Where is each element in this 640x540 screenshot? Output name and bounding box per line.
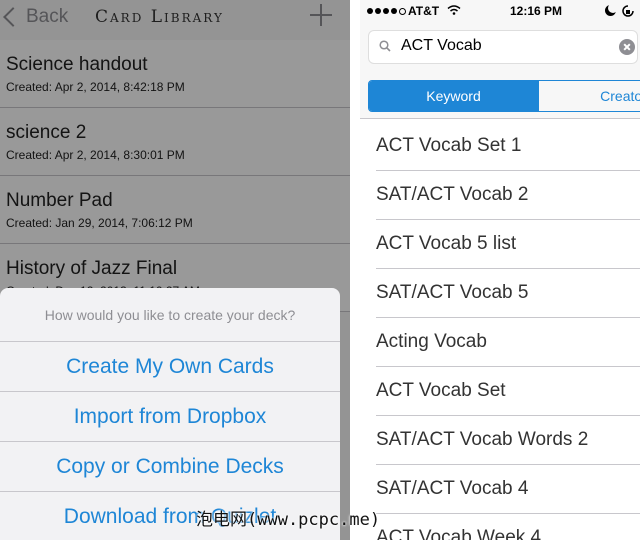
list-item[interactable]: SAT/ACT Vocab Words 2	[360, 416, 640, 465]
wifi-icon	[447, 5, 461, 15]
list-item[interactable]: Acting Vocab	[360, 318, 640, 367]
import-dropbox-button[interactable]: Import from Dropbox	[0, 392, 340, 442]
copy-combine-decks-button[interactable]: Copy or Combine Decks	[0, 442, 340, 492]
list-item[interactable]: ACT Vocab 5 list	[360, 220, 640, 269]
result-title: ACT Vocab Set 1	[376, 135, 522, 156]
create-own-cards-button[interactable]: Create My Own Cards	[0, 342, 340, 392]
search-scope-bar: Keyword Creator	[360, 72, 640, 119]
carrier-label: AT&T	[408, 4, 440, 18]
create-deck-action-sheet: How would you like to create your deck? …	[0, 288, 340, 540]
search-input[interactable]: ACT Vocab	[368, 30, 638, 64]
do-not-disturb-icon	[605, 3, 618, 16]
list-item[interactable]: ACT Vocab Set 1	[360, 122, 640, 171]
result-title: Acting Vocab	[376, 331, 487, 352]
search-bar: ACT Vocab	[360, 22, 640, 72]
segment-keyword[interactable]: Keyword	[369, 81, 539, 111]
result-title: SAT/ACT Vocab 4	[376, 478, 529, 499]
signal-strength-icon	[367, 8, 406, 15]
result-title: SAT/ACT Vocab 2	[376, 184, 529, 205]
list-item[interactable]: ACT Vocab Set	[360, 367, 640, 416]
result-title: ACT Vocab Set	[376, 380, 506, 401]
result-title: ACT Vocab 5 list	[376, 233, 517, 254]
rotation-lock-icon	[622, 5, 634, 17]
search-results-list: ACT Vocab Set 1 SAT/ACT Vocab 2 ACT Voca…	[360, 122, 640, 540]
segmented-control: Keyword Creator	[368, 80, 640, 112]
result-title: SAT/ACT Vocab Words 2	[376, 429, 589, 450]
search-query: ACT Vocab	[401, 37, 482, 54]
clear-search-icon[interactable]	[619, 39, 635, 55]
result-title: SAT/ACT Vocab 5	[376, 282, 529, 303]
list-item[interactable]: SAT/ACT Vocab 5	[360, 269, 640, 318]
search-icon	[379, 40, 391, 52]
list-item[interactable]: ACT Vocab Week 4	[360, 514, 640, 540]
watermark: 泡电网(www.pcpc.me)	[196, 510, 381, 530]
clock-label: 12:16 PM	[510, 4, 563, 18]
list-item[interactable]: SAT/ACT Vocab 4	[360, 465, 640, 514]
action-sheet-question: How would you like to create your deck?	[0, 288, 340, 342]
segment-creator[interactable]: Creator	[539, 81, 640, 111]
search-screen: AT&T 12:16 PM ACT Vocab Keyword Creator	[360, 0, 640, 540]
list-item[interactable]: SAT/ACT Vocab 2	[360, 171, 640, 220]
status-bar: AT&T 12:16 PM	[360, 0, 640, 22]
result-title: ACT Vocab Week 4	[376, 527, 542, 540]
card-library-screen: Back Card Library Science handout Create…	[0, 0, 350, 540]
